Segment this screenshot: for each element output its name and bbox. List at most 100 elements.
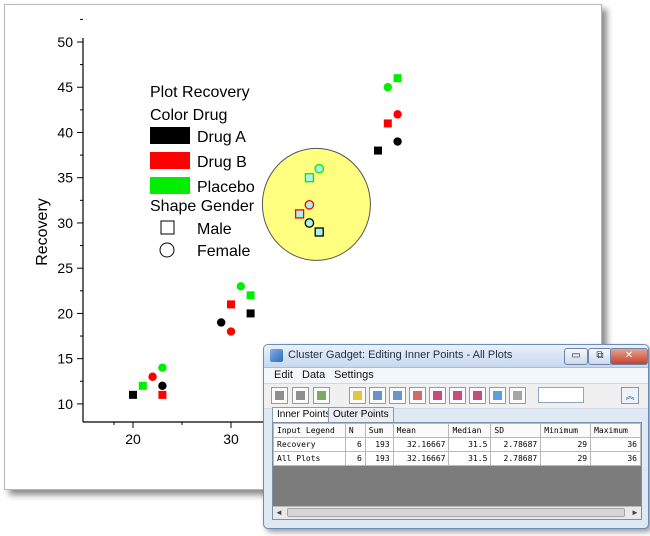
table-cell[interactable]: 32.16667: [392, 451, 450, 466]
columns-icon: [275, 391, 284, 400]
data-point-circle: [314, 163, 325, 174]
menu-bar: Edit Data Settings: [264, 368, 648, 383]
data-point-square: [393, 74, 402, 83]
table-cell[interactable]: Recovery: [273, 437, 346, 452]
unmask-icon: [473, 391, 482, 400]
table-cell[interactable]: 193: [364, 451, 394, 466]
x-tick-label: 20: [125, 431, 141, 447]
column-header[interactable]: Minimum: [540, 423, 592, 438]
table-cell[interactable]: 6: [344, 451, 366, 466]
tab-inner-points[interactable]: Inner Points: [272, 407, 336, 423]
remove-icon: [513, 391, 522, 400]
legend-color-label: Drug B: [197, 154, 247, 171]
collapse-button[interactable]: ︽: [621, 387, 639, 404]
app-icon: [270, 349, 283, 362]
y-tick-label: 30: [57, 215, 73, 231]
scroll-right-icon[interactable]: ►: [629, 507, 641, 519]
column-header[interactable]: Sum: [364, 423, 394, 438]
legend-color-swatch: [150, 127, 190, 144]
column-header[interactable]: SD: [490, 423, 542, 438]
data-point-circle: [304, 218, 315, 228]
rows-button[interactable]: [292, 387, 309, 404]
tab-outer-points[interactable]: Outer Points: [328, 407, 394, 422]
edit-button[interactable]: [409, 387, 426, 404]
cluster-gadget-window[interactable]: Cluster Gadget: Editing Inner Points - A…: [263, 344, 649, 529]
columns-button[interactable]: [271, 387, 288, 404]
minimize-button[interactable]: ▭: [564, 348, 588, 365]
copy-icon: [393, 391, 402, 400]
legend[interactable]: Plot Recovery Color Drug Drug A Drug B Place…: [150, 84, 255, 260]
y-axis-label: Recovery: [34, 198, 51, 266]
data-point-circle: [236, 282, 245, 291]
menu-data[interactable]: Data: [302, 369, 325, 381]
mask-icon: [453, 391, 462, 400]
column-header[interactable]: N: [344, 423, 366, 438]
column-header[interactable]: Maximum: [590, 423, 641, 438]
legend-color-label: Drug A: [197, 129, 246, 146]
rows-icon: [296, 391, 305, 400]
table-button[interactable]: [313, 387, 330, 404]
legend-color-label: Placebo: [197, 179, 255, 196]
gadget-button[interactable]: [349, 387, 366, 404]
legend-shape-label: Female: [197, 243, 250, 260]
column-header[interactable]: Input Legend: [273, 423, 346, 438]
refresh-button[interactable]: [369, 387, 386, 404]
delete-data-button[interactable]: [429, 387, 446, 404]
column-header[interactable]: Median: [448, 423, 492, 438]
y-tick-label: 50: [57, 34, 73, 50]
menu-settings[interactable]: Settings: [334, 369, 374, 381]
mask-button[interactable]: [449, 387, 466, 404]
unmask-button[interactable]: [469, 387, 486, 404]
data-point-circle: [217, 318, 226, 327]
remove-button[interactable]: [509, 387, 526, 404]
legend-color-swatch: [150, 152, 190, 169]
data-point-circle: [304, 200, 315, 210]
close-button[interactable]: ✕: [610, 348, 648, 365]
scroll-thumb[interactable]: [287, 508, 625, 517]
data-point-circle: [383, 83, 392, 92]
title-bar[interactable]: Cluster Gadget: Editing Inner Points - A…: [264, 345, 648, 368]
table-cell[interactable]: 29: [540, 437, 592, 452]
table-cell[interactable]: 2.78687: [490, 451, 542, 466]
data-point-square: [383, 119, 392, 128]
gadget-icon: [353, 391, 362, 400]
window-title: Cluster Gadget: Editing Inner Points - A…: [288, 349, 513, 361]
table-cell[interactable]: 36: [590, 437, 641, 452]
horizontal-scrollbar[interactable]: ◄ ►: [273, 506, 641, 519]
legend-shape-label: Male: [197, 221, 232, 238]
data-point-circle: [226, 327, 236, 336]
table-cell[interactable]: 36: [590, 451, 641, 466]
table-cell[interactable]: 31.5: [448, 451, 492, 466]
stats-table: Input Legend N Sum Mean Median SD Minimum Maxim…: [273, 423, 641, 466]
table-cell[interactable]: 29: [540, 451, 592, 466]
table-cell[interactable]: 31.5: [448, 437, 492, 452]
y-tick-label: 15: [57, 351, 73, 367]
maximize-button[interactable]: ⧉: [588, 348, 612, 365]
legend-circle-symbol: [159, 242, 175, 258]
refresh-icon: [373, 391, 382, 400]
data-point-square: [158, 390, 167, 399]
data-point-circle: [393, 110, 402, 119]
toolbar-text-field[interactable]: [538, 387, 584, 403]
y-tick-label: 10: [57, 396, 73, 412]
data-point-square: [227, 300, 235, 309]
copy-button[interactable]: [389, 387, 406, 404]
scroll-left-icon[interactable]: ◄: [273, 507, 285, 519]
table-cell[interactable]: All Plots: [273, 451, 346, 466]
table-row: Recovery 6 193 32.16667 31.5 2.78687 29 36: [273, 437, 641, 452]
data-point-circle: [158, 381, 167, 391]
table-cell[interactable]: 193: [364, 437, 394, 452]
data-point-square: [374, 146, 382, 155]
table-cell[interactable]: 2.78687: [490, 437, 542, 452]
add-button[interactable]: [489, 387, 506, 404]
legend-square-symbol: [160, 220, 175, 235]
column-header[interactable]: Mean: [392, 423, 450, 438]
y-tick-label: 45: [57, 79, 73, 95]
legend-color-heading: Color Drug: [150, 107, 227, 124]
table-cell[interactable]: 6: [344, 437, 366, 452]
data-point-circle: [158, 363, 167, 372]
menu-edit[interactable]: Edit: [274, 369, 293, 381]
data-point-circle: [393, 137, 402, 146]
table-cell[interactable]: 32.16667: [392, 437, 450, 452]
data-point-square: [304, 173, 315, 183]
